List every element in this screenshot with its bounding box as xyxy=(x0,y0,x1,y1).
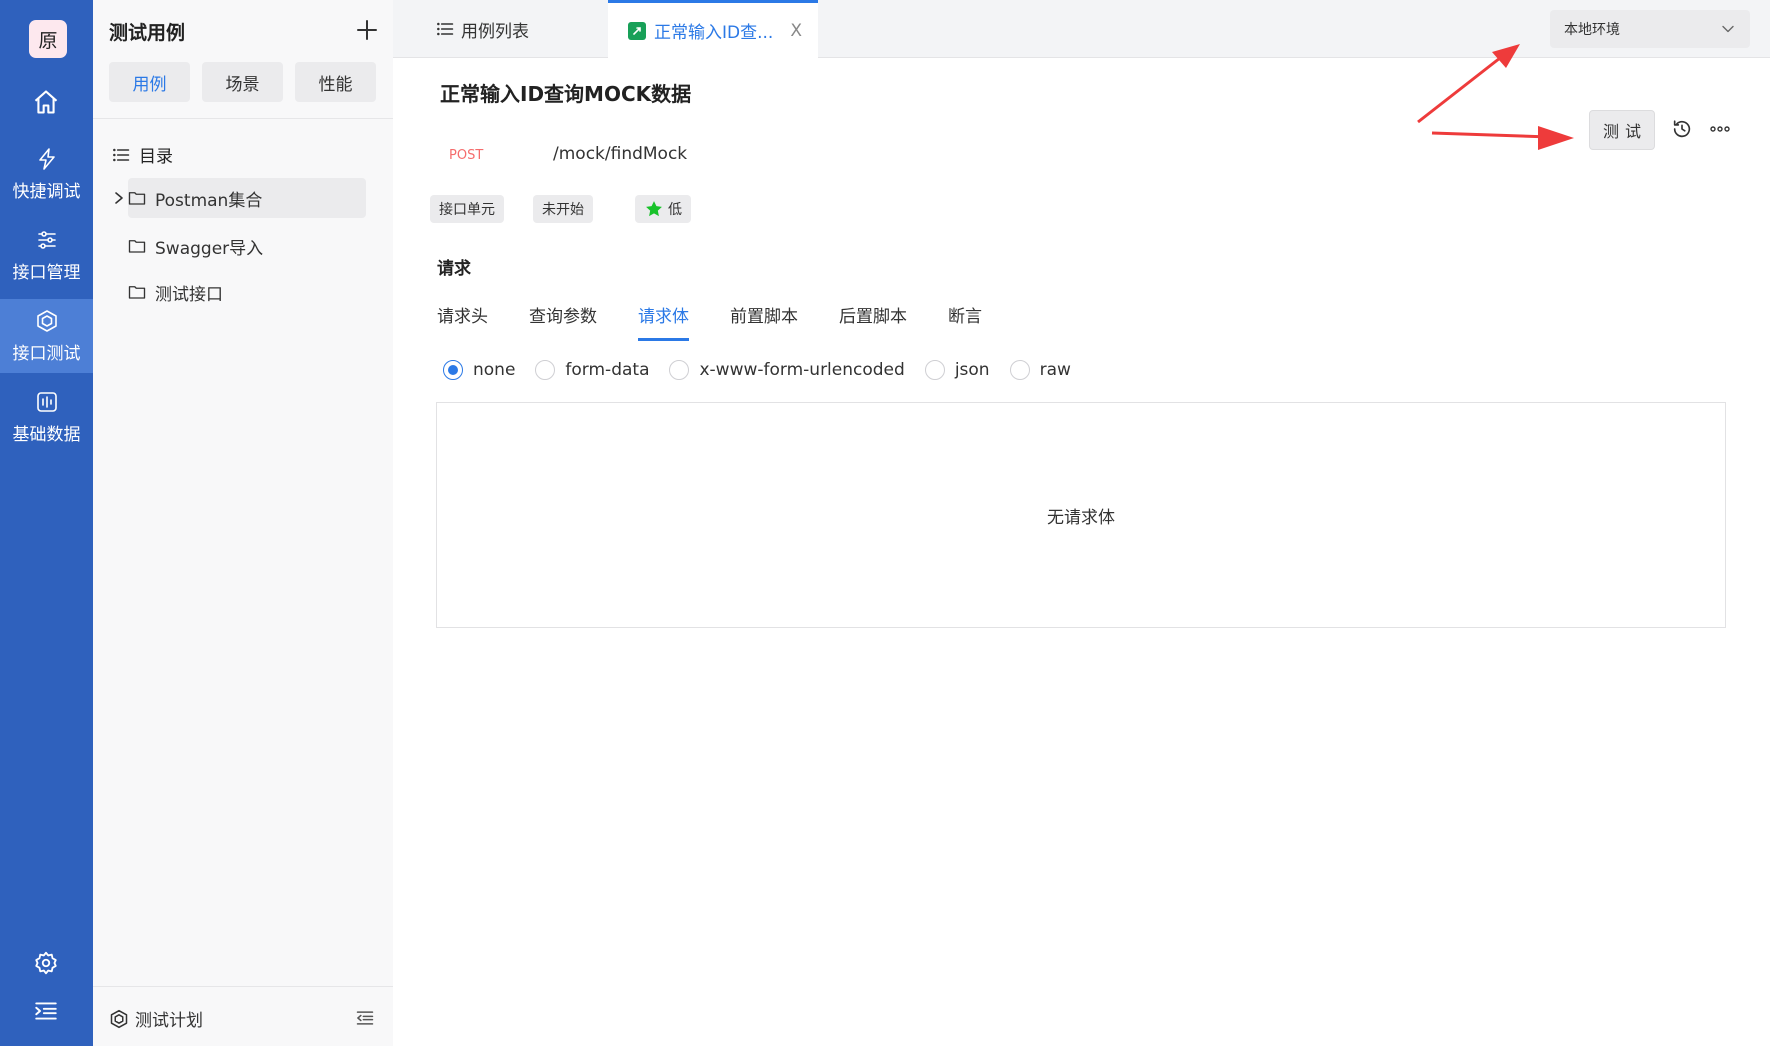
collapse-sidebar-icon[interactable] xyxy=(355,1008,375,1028)
rail-item-label: 快捷调试 xyxy=(12,181,81,202)
sidebar-tab-cases[interactable]: 用例 xyxy=(109,62,190,102)
radio-dot[interactable] xyxy=(669,360,690,380)
test-button[interactable]: 测试 xyxy=(1589,110,1655,150)
tree-item-label: 测试接口 xyxy=(155,284,223,305)
list-icon xyxy=(113,148,130,161)
environment-select[interactable]: 本地环境 xyxy=(1550,10,1750,48)
tab-post-script[interactable]: 后置脚本 xyxy=(839,302,907,342)
sliders-icon xyxy=(37,230,56,249)
sidebar-title: 测试用例 xyxy=(109,22,186,44)
close-icon[interactable]: X xyxy=(790,21,802,41)
cube-icon xyxy=(110,1009,128,1028)
rail-item-label: 接口管理 xyxy=(12,262,81,283)
empty-body-text: 无请求体 xyxy=(1047,507,1115,528)
tab-current-case[interactable]: 正常输入ID查... X xyxy=(608,0,818,58)
tree-item-label: Postman集合 xyxy=(155,190,263,211)
rail-item-api-test[interactable]: 接口测试 xyxy=(0,299,93,373)
priority-label: 低 xyxy=(668,202,682,218)
tab-bar: 用例列表 正常输入ID查... X 本地环境 xyxy=(393,0,1770,58)
settings-gear-icon[interactable] xyxy=(33,950,59,976)
page-title: 正常输入ID查询MOCK数据 xyxy=(440,82,692,106)
request-body-panel: 无请求体 xyxy=(436,402,1726,628)
tag-status: 未开始 xyxy=(533,195,593,223)
environment-value: 本地环境 xyxy=(1564,22,1620,38)
radio-dot[interactable] xyxy=(535,360,556,380)
tree-item-label: Swagger导入 xyxy=(155,238,264,259)
sidebar: 测试用例 用例 场景 性能 目录 Postman集合 Swagger导入 测试接… xyxy=(93,0,393,1046)
directory-label: 目录 xyxy=(139,147,173,167)
chevron-down-icon xyxy=(1722,25,1734,33)
http-method: POST xyxy=(449,148,484,163)
radio-urlencoded[interactable]: x-www-form-urlencoded xyxy=(669,360,905,380)
radio-none[interactable]: none xyxy=(443,360,515,380)
expand-menu-icon[interactable] xyxy=(33,998,59,1024)
app-logo[interactable]: 原 xyxy=(29,20,67,58)
radio-dot[interactable] xyxy=(924,360,945,380)
rail-item-api-management[interactable]: 接口管理 xyxy=(0,218,93,292)
radio-dot[interactable] xyxy=(443,360,463,380)
test-plan-link[interactable]: 测试计划 xyxy=(109,1006,203,1031)
tree-folder-test-api[interactable]: 测试接口 xyxy=(128,272,366,312)
rail-item-label: 基础数据 xyxy=(12,424,81,445)
radio-label: form-data xyxy=(565,360,650,380)
folder-icon xyxy=(128,192,146,205)
edit-icon xyxy=(628,21,646,40)
history-icon[interactable] xyxy=(1671,118,1693,140)
divider xyxy=(93,986,393,987)
tag-priority: 低 xyxy=(635,195,691,223)
radio-form-data[interactable]: form-data xyxy=(535,360,649,380)
sidebar-tab-scenes[interactable]: 场景 xyxy=(202,62,283,102)
rail-item-label: 接口测试 xyxy=(12,343,81,364)
star-icon xyxy=(646,201,662,217)
nav-rail: 原 快捷调试 接口管理 接口测试 基础数据 xyxy=(0,0,93,1046)
tab-assertions[interactable]: 断言 xyxy=(948,302,982,342)
cube-icon xyxy=(36,309,57,332)
divider xyxy=(93,118,393,119)
radio-label: x-www-form-urlencoded xyxy=(699,360,905,380)
tab-label: 用例列表 xyxy=(461,21,529,42)
lightning-icon xyxy=(38,147,55,170)
tree-folder-postman[interactable]: Postman集合 xyxy=(115,178,366,218)
radio-dot[interactable] xyxy=(1009,360,1030,380)
request-path: /mock/findMock xyxy=(553,144,688,164)
tab-label: 正常输入ID查... xyxy=(654,23,774,43)
tab-pre-script[interactable]: 前置脚本 xyxy=(730,302,798,342)
sidebar-tabs: 用例 场景 性能 xyxy=(109,62,376,102)
tab-case-list[interactable]: 用例列表 xyxy=(415,0,608,58)
request-section-title: 请求 xyxy=(437,259,471,279)
request-tabs: 请求头 查询参数 请求体 前置脚本 后置脚本 断言 xyxy=(437,302,1023,342)
add-icon[interactable] xyxy=(355,18,379,42)
radio-raw[interactable]: raw xyxy=(1009,360,1071,380)
body-type-radio-group: none form-data x-www-form-urlencoded jso… xyxy=(443,360,1091,380)
chart-box-icon xyxy=(36,391,57,412)
app-window: 原 快捷调试 接口管理 接口测试 基础数据 测试用例 用例 场景 性能 目录 P… xyxy=(0,0,1770,1046)
more-options-icon[interactable] xyxy=(1709,120,1731,138)
rail-item-quick-debug[interactable]: 快捷调试 xyxy=(0,137,93,211)
sidebar-tab-performance[interactable]: 性能 xyxy=(295,62,376,102)
tab-headers[interactable]: 请求头 xyxy=(437,302,488,342)
radio-label: json xyxy=(954,360,990,380)
rail-item-base-data[interactable]: 基础数据 xyxy=(0,380,93,454)
tree-folder-swagger[interactable]: Swagger导入 xyxy=(128,226,366,266)
home-icon[interactable] xyxy=(32,88,60,116)
tab-body[interactable]: 请求体 xyxy=(638,302,689,342)
folder-icon xyxy=(128,286,146,299)
directory-header: 目录 xyxy=(111,142,173,167)
chevron-right-icon[interactable] xyxy=(112,189,126,207)
case-detail: 正常输入ID查询MOCK数据 POST /mock/findMock 接口单元 … xyxy=(393,58,1770,1046)
radio-label: none xyxy=(473,360,516,380)
list-icon xyxy=(437,22,454,36)
tag-unit: 接口单元 xyxy=(430,195,504,223)
folder-icon xyxy=(128,240,146,253)
radio-json[interactable]: json xyxy=(924,360,990,380)
radio-label: raw xyxy=(1039,360,1071,380)
test-plan-label: 测试计划 xyxy=(135,1011,203,1031)
tab-query-params[interactable]: 查询参数 xyxy=(529,302,597,342)
